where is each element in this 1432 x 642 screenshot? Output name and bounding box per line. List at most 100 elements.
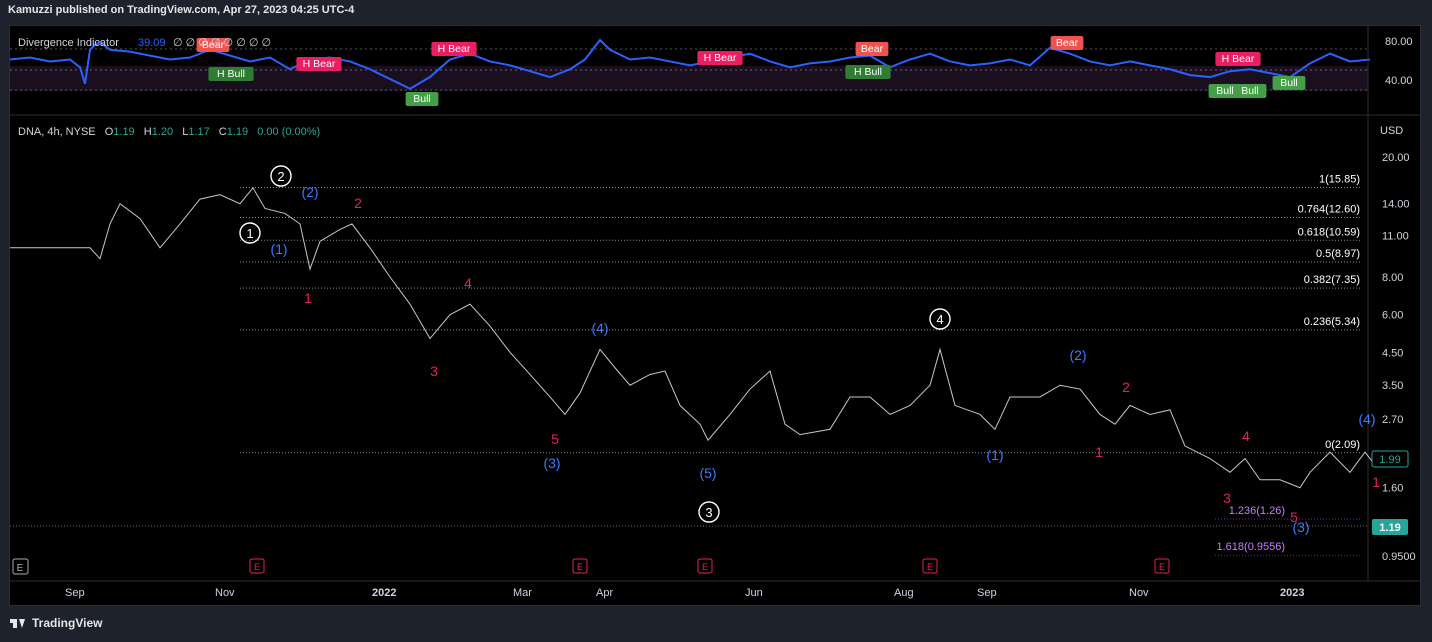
divergence-label-9: H Bear [1215,52,1261,66]
wave-label-5: 1 [304,290,312,306]
footer-brand: TradingView [10,616,102,630]
time-ticks: Sep Nov 2022 Mar Apr Jun Aug Sep Nov 2023 [65,587,1304,599]
time-tick-1: Nov [215,587,235,599]
time-tick-6: Aug [894,587,914,599]
earnings-marker-5[interactable]: E [1154,558,1170,574]
price-tick-9: 0.9500 [1382,551,1416,563]
time-tick-3: Mar [513,587,532,599]
wave-label-13: 4 [936,312,943,327]
svg-text:Bull: Bull [1216,85,1234,97]
price-tick-1: 14.00 [1382,199,1410,211]
time-tick-5: Jun [745,587,763,599]
time-tick-7: Sep [977,587,997,599]
svg-text:H Bear: H Bear [303,58,336,70]
wave-label-9: 5 [551,431,559,447]
price-badge-last: 1.99 [1379,454,1400,466]
price-tick-4: 6.00 [1382,310,1403,322]
wave-label-15: 2 [1122,379,1130,395]
svg-text:E: E [577,562,583,572]
wave-label-0: 2 [277,169,284,184]
wave-label-19: 3 [1223,490,1231,506]
svg-text:H Bear: H Bear [704,52,737,64]
time-tick-0: Sep [65,587,85,599]
wave-label-16: (1) [986,447,1003,463]
wave-label-8: (4) [591,320,608,336]
price-tick-5: 4.50 [1382,347,1403,359]
price-series [10,186,1376,489]
wave-label-2: (2) [301,184,318,200]
svg-text:Bull: Bull [413,93,431,105]
svg-text:Bear: Bear [861,43,884,55]
earnings-marker-2[interactable]: E [572,558,588,574]
divergence-label-5: H Bear [697,51,743,65]
legend-symbol: DNA, 4h, NYSE [18,126,96,138]
fib-label-3: 0.5(8.97) [1316,248,1360,260]
svg-text:H Bear: H Bear [1222,53,1255,65]
footer-brand-text: TradingView [32,616,103,630]
divergence-label-2: H Bear [296,57,342,71]
wave-label-23: 1 [1372,474,1380,490]
svg-text:E: E [927,562,933,572]
wave-label-12: 3 [705,505,712,520]
price-ticks: 20.00 14.00 11.00 8.00 6.00 4.50 3.50 2.70 1.60 0… [1382,152,1416,563]
legend-low: 1.17 [188,126,209,138]
svg-text:H Bull: H Bull [854,66,882,78]
wave-label-22: (4) [1358,411,1375,427]
divergence-label-3: H Bear [431,42,477,56]
fib-label-8: 1.618(0.9556) [1217,541,1286,553]
price-tick-2: 11.00 [1382,230,1409,242]
wave-label-18: 4 [1242,428,1250,444]
fib-levels: 1(15.85) 0.764(12.60) 0.618(10.59) 0.5(8.97… [10,173,1368,556]
fib-label-5: 0.236(5.34) [1304,316,1360,328]
time-tick-9: 2023 [1280,587,1304,599]
earnings-marker-3[interactable]: E [697,558,713,574]
wave-label-3: (1) [270,241,287,257]
wave-label-4: 2 [354,195,362,211]
earnings-marker-text: E [17,563,24,574]
indicator-value: 39.09 [138,37,166,49]
earnings-marker-4[interactable]: E [922,558,938,574]
divergence-label-6: Bear [855,42,889,56]
wave-label-11: (5) [699,465,716,481]
indicator-extras: ∅ ∅ ∅ ∅ ∅ ∅ ∅ ∅ [173,37,271,49]
indicator-pane: Bear H Bull H Bear H Bear Bull H Bear Bear H Bu… [10,36,1420,116]
svg-text:H Bull: H Bull [217,68,245,80]
ind-scale-40: 40.00 [1385,75,1413,87]
wave-label-21: (3) [1292,519,1309,535]
fib-label-7: 1.236(1.26) [1229,505,1285,517]
time-tick-2: 2022 [372,587,396,599]
wave-label-6: 4 [464,275,472,291]
legend-high-label: H [144,126,152,138]
divergence-label-11: Bull [1233,84,1267,98]
indicator-name: Divergence Indicator [18,37,119,49]
fib-label-4: 0.382(7.35) [1304,274,1360,286]
wave-label-10: (3) [543,455,560,471]
time-tick-8: Nov [1129,587,1149,599]
legend-close-label: C [219,126,227,138]
chart-canvas[interactable]: Bear H Bull H Bear H Bear Bull H Bear Bear H Bu… [10,26,1420,605]
wave-label-14: (2) [1069,347,1086,363]
svg-text:Bear: Bear [1056,37,1079,49]
price-tick-6: 3.50 [1382,380,1403,392]
wave-label-17: 1 [1095,444,1103,460]
fib-label-1: 0.764(12.60) [1298,204,1360,216]
wave-label-7: 3 [430,363,438,379]
wave-labels: 21(2)(1)2143(4)5(3)(5)34(2)2(1) 1435(3)(4… [239,165,1380,535]
fib-label-2: 0.618(10.59) [1298,226,1360,238]
divergence-label-1: H Bull [208,67,254,81]
fib-label-0: 1(15.85) [1319,173,1360,185]
legend-open: 1.19 [113,126,134,138]
earnings-marker-1[interactable]: E [249,558,265,574]
legend-high: 1.20 [152,126,173,138]
earnings-markers: E E E E E E [12,558,1170,575]
price-tick-0: 20.00 [1382,152,1410,164]
wave-label-1: 1 [246,226,253,241]
divergence-label-8: Bear [1050,36,1084,50]
chart-frame[interactable]: Bear H Bull H Bear H Bear Bull H Bear Bear H Bu… [9,25,1421,606]
price-tick-7: 2.70 [1382,414,1403,426]
svg-text:E: E [702,562,708,572]
svg-text:Bull: Bull [1280,77,1298,89]
divergence-label-7: H Bull [845,65,891,79]
divergence-label-12: Bull [1272,76,1306,90]
fib-label-6: 0(2.09) [1325,439,1360,451]
